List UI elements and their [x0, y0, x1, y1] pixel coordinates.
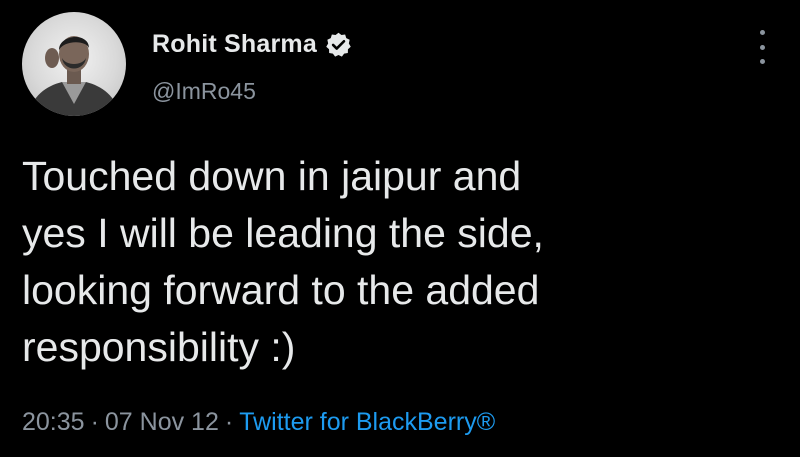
author-name-row: Rohit Sharma: [152, 26, 352, 62]
author-display-name[interactable]: Rohit Sharma: [152, 30, 317, 59]
tweet-time[interactable]: 20:35: [22, 408, 85, 436]
tweet-card: Rohit Sharma @ImRo45 Touched down in jai…: [0, 0, 800, 457]
tweet-date[interactable]: 07 Nov 12: [105, 408, 219, 436]
more-options-icon[interactable]: [754, 30, 770, 64]
more-dot: [759, 59, 765, 64]
author-handle[interactable]: @ImRo45: [152, 78, 256, 105]
tweet-source-link[interactable]: Twitter for BlackBerry®: [239, 408, 495, 436]
meta-separator: ·: [90, 408, 99, 436]
tweet-text-line: looking forward to the added: [22, 267, 540, 313]
verified-badge-icon: [325, 31, 352, 58]
tweet-text-line: Touched down in jaipur and: [22, 153, 522, 199]
meta-separator: ·: [224, 408, 234, 436]
more-dot: [759, 30, 765, 35]
tweet-text-line: responsibility :): [22, 324, 296, 370]
more-dot: [759, 44, 765, 50]
tweet-meta: 20:35 · 07 Nov 12 · Twitter for BlackBerry®: [22, 408, 495, 437]
tweet-text-line: yes I will be leading the side,: [22, 210, 544, 256]
avatar-image: [28, 36, 120, 116]
tweet-text: Touched down in jaipur and yes I will be…: [22, 148, 782, 376]
avatar[interactable]: [22, 12, 126, 116]
